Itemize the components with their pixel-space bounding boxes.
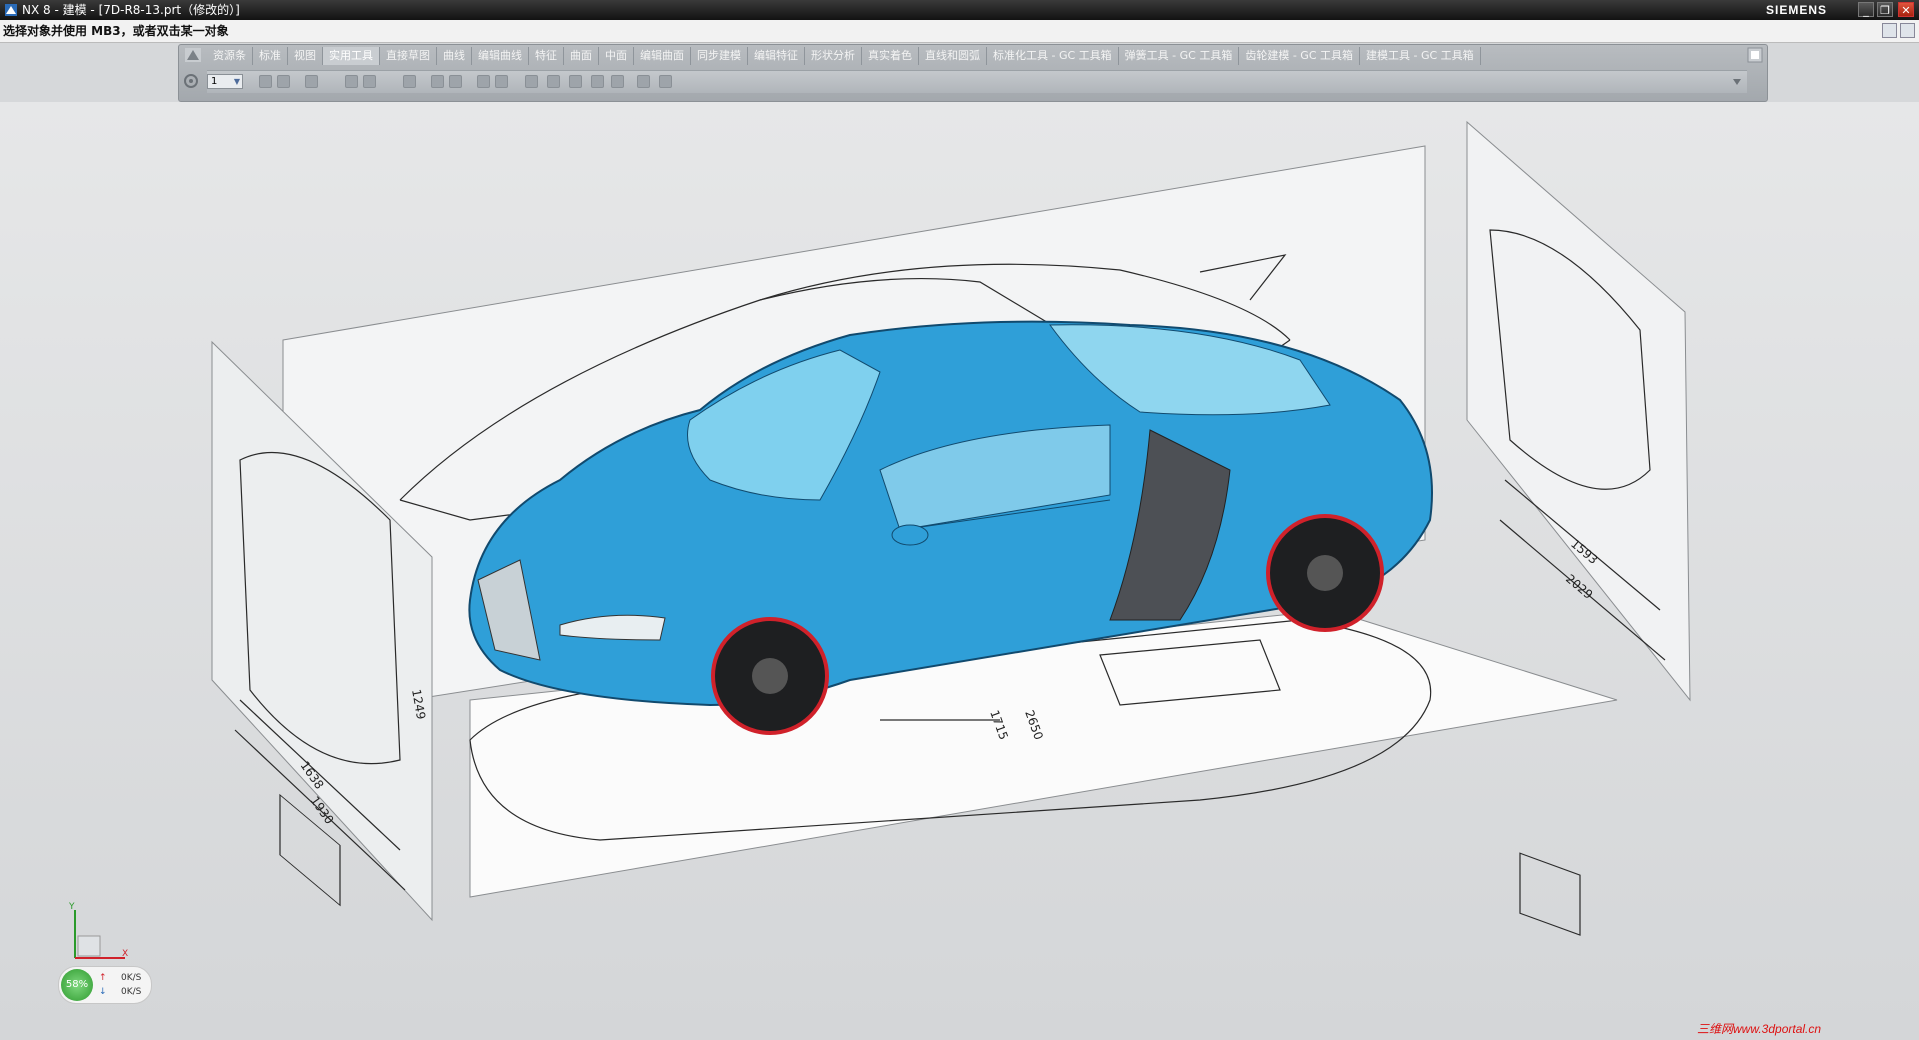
ribbon-tab[interactable]: 建模工具 - GC 工具箱 <box>1360 47 1481 65</box>
ribbon-tab[interactable]: 特征 <box>529 47 564 65</box>
ribbon-minimize-icon[interactable] <box>1882 23 1897 38</box>
datum-icon[interactable] <box>495 75 508 88</box>
rear-wheel-hub <box>1307 555 1343 591</box>
ribbon-options-icon[interactable] <box>1900 23 1915 38</box>
group-icon[interactable] <box>547 75 560 88</box>
download-arrow-icon: ↓ <box>99 987 107 997</box>
ribbon-tab[interactable]: 弹簧工具 - GC 工具箱 <box>1119 47 1240 65</box>
layer-settings-icon[interactable] <box>259 75 272 88</box>
ribbon-tab[interactable]: 资源条 <box>207 47 253 65</box>
display-edit-icon[interactable] <box>611 75 624 88</box>
ribbon-tab[interactable]: 实用工具 <box>323 47 380 65</box>
settings-gear-icon[interactable] <box>183 73 199 89</box>
ribbon-tab[interactable]: 标准化工具 - GC 工具箱 <box>987 47 1119 65</box>
watermark: 三维网www.3dportal.cn <box>1697 1022 1822 1036</box>
triad-x-label: X <box>122 949 128 959</box>
ribbon-logo-icon[interactable] <box>185 48 201 62</box>
measure-distance-icon[interactable] <box>345 75 358 88</box>
grid-icon[interactable] <box>525 75 538 88</box>
toolbar-overflow-icon[interactable] <box>1733 79 1741 85</box>
network-speed-widget[interactable]: 58% ↑ ↓ 0K/S 0K/S <box>58 966 152 1004</box>
front-wheel-hub <box>752 658 788 694</box>
tool-row: 1 ▼ <box>207 70 1747 93</box>
cue-text: 选择对象并使用 MB3，或者双击某一对象 <box>3 24 229 38</box>
title-bar: NX 8 - 建模 - [7D-R8-13.prt（修改的）] SIEMENS … <box>0 0 1919 20</box>
window-minimize-icon[interactable]: _ <box>1858 2 1874 17</box>
object-info-icon[interactable] <box>591 75 604 88</box>
plane-icon[interactable] <box>449 75 462 88</box>
ribbon-tab[interactable]: 标准 <box>253 47 288 65</box>
upload-arrow-icon: ↑ <box>99 973 107 983</box>
download-rate: 0K/S <box>121 987 142 997</box>
ribbon-toolbar: 资源条 标准 视图 实用工具 直接草图 曲线 编辑曲线 特征 曲面 中面 编辑曲面 同步建模 编辑特征形… <box>178 44 1768 102</box>
hide-icon[interactable] <box>637 75 650 88</box>
ribbon-tab[interactable]: 直接草图 <box>380 47 437 65</box>
ribbon-tab[interactable]: 曲面 <box>564 47 599 65</box>
ribbon-tab[interactable]: 曲线 <box>437 47 472 65</box>
window-title: NX 8 - 建模 - [7D-R8-13.prt（修改的）] <box>22 3 240 17</box>
ribbon-dock-icon[interactable] <box>1747 47 1763 63</box>
cue-line: 选择对象并使用 MB3，或者双击某一对象 <box>0 20 1919 43</box>
upload-rate: 0K/S <box>121 973 142 983</box>
ribbon-tabs: 资源条 标准 视图 实用工具 直接草图 曲线 编辑曲线 特征 曲面 中面 编辑曲面 同步建模 编辑特征形… <box>207 47 1481 65</box>
csys-icon[interactable] <box>477 75 490 88</box>
ribbon-tab[interactable]: 真实着色 <box>862 47 919 65</box>
ribbon-tab[interactable]: 齿轮建模 - GC 工具箱 <box>1239 47 1361 65</box>
rear-blueprint-plane[interactable] <box>1466 120 1691 702</box>
chevron-down-icon: ▼ <box>233 77 240 86</box>
view-triad[interactable]: Y X <box>60 900 130 970</box>
graphics-window[interactable]: 1593 2029 1715 2650 1638 1930 1249 Y X 5… <box>0 102 1919 1040</box>
ribbon-tab[interactable]: 中面 <box>599 47 634 65</box>
layer-select[interactable]: 1 ▼ <box>207 74 243 89</box>
siemens-brand: SIEMENS <box>1766 3 1828 17</box>
move-to-layer-icon[interactable] <box>277 75 290 88</box>
ribbon-tab[interactable]: 同步建模 <box>691 47 748 65</box>
triad-y-label: Y <box>68 902 75 912</box>
ribbon-tab[interactable]: 编辑曲面 <box>634 47 691 65</box>
ribbon-tab[interactable]: 直线和圆弧 <box>919 47 987 65</box>
point-icon[interactable] <box>403 75 416 88</box>
measure-angle-icon[interactable] <box>363 75 376 88</box>
wcs-icon[interactable] <box>305 75 318 88</box>
triad-cube-icon <box>77 935 101 957</box>
ribbon-tab[interactable]: 视图 <box>288 47 323 65</box>
layer-value: 1 <box>211 76 218 87</box>
nx-app-icon[interactable] <box>4 3 18 17</box>
car-side-mirror[interactable] <box>891 524 929 546</box>
ribbon-tab[interactable]: 编辑特征 <box>748 47 805 65</box>
window-restore-icon[interactable]: ❐ <box>1877 2 1893 17</box>
model-scene[interactable]: 1593 2029 1715 2650 1638 1930 1249 <box>0 102 1919 1040</box>
vector-icon[interactable] <box>431 75 444 88</box>
network-percent: 58% <box>61 969 93 1001</box>
expression-icon[interactable] <box>569 75 582 88</box>
ribbon-tab[interactable]: 形状分析 <box>805 47 862 65</box>
show-icon[interactable] <box>659 75 672 88</box>
window-close-icon[interactable]: ✕ <box>1898 2 1914 17</box>
ribbon-tab[interactable]: 编辑曲线 <box>472 47 529 65</box>
